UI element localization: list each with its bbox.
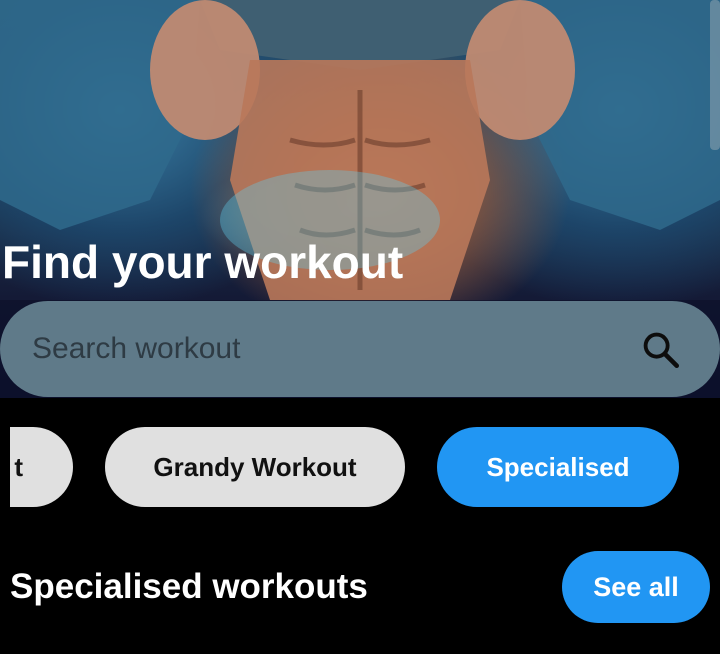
- category-chip-grandy-workout[interactable]: Grandy Workout: [105, 427, 405, 507]
- scrollbar-thumb[interactable]: [710, 0, 720, 150]
- category-chip-label: t: [14, 452, 23, 482]
- search-icon[interactable]: [640, 329, 682, 371]
- chip-list-edge: [0, 427, 10, 507]
- category-chip-label: Specialised: [486, 452, 630, 482]
- app-screen: Find your workout Search workout t Grand…: [0, 0, 720, 654]
- category-chip[interactable]: t: [0, 427, 73, 507]
- page-title: Find your workout: [2, 236, 404, 288]
- search-bar[interactable]: Search workout: [0, 301, 720, 397]
- search-input[interactable]: Search workout: [32, 301, 240, 397]
- category-chip-label: Grandy Workout: [153, 452, 357, 482]
- section-title: Specialised workouts: [10, 567, 368, 606]
- category-chip-list[interactable]: t Grandy Workout Specialised: [0, 427, 720, 507]
- category-chip-specialised[interactable]: Specialised: [437, 427, 679, 507]
- see-all-button[interactable]: See all: [562, 551, 710, 623]
